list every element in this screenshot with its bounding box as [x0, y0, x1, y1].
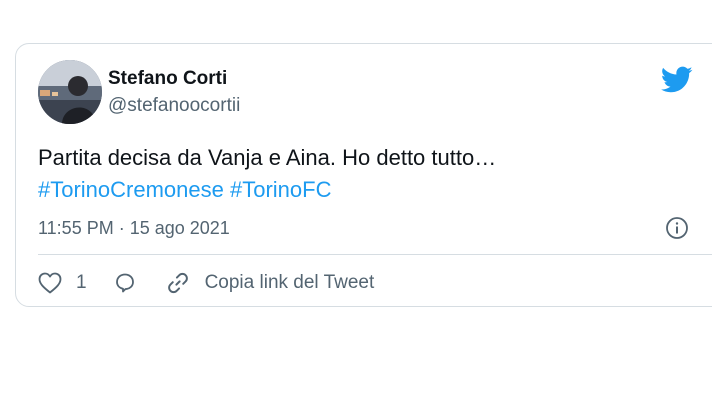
- tweet-card[interactable]: Stefano Corti @stefanoocortii Partita de…: [15, 43, 712, 307]
- hashtag-link[interactable]: #TorinoFC: [230, 177, 331, 202]
- info-icon[interactable]: [665, 216, 689, 240]
- hashtag-link[interactable]: #TorinoCremonese: [38, 177, 224, 202]
- reply-bubble-icon[interactable]: [113, 271, 137, 295]
- author-name[interactable]: Stefano Corti: [108, 68, 227, 90]
- tweet-timestamp[interactable]: 11:55 PM · 15 ago 2021: [38, 218, 230, 239]
- like-button[interactable]: 1: [38, 272, 87, 294]
- author-handle[interactable]: @stefanoocortii: [108, 95, 240, 117]
- copy-link-label: Copia link del Tweet: [204, 272, 375, 293]
- reply-button[interactable]: [113, 271, 137, 295]
- like-count: 1: [76, 272, 87, 293]
- twitter-bird-icon[interactable]: [661, 66, 693, 94]
- tweet-text: Partita decisa da Vanja e Aina. Ho detto…: [38, 142, 496, 206]
- tweet-hashtags: #TorinoCremonese #TorinoFC: [38, 174, 496, 206]
- divider: [38, 254, 712, 255]
- copy-link-button[interactable]: Copia link del Tweet: [165, 270, 375, 296]
- avatar[interactable]: [38, 60, 102, 124]
- tweet-body: Partita decisa da Vanja e Aina. Ho detto…: [38, 145, 497, 170]
- action-bar: 1 Copia link del Tweet: [38, 268, 400, 298]
- heart-icon[interactable]: [38, 272, 62, 294]
- link-icon[interactable]: [165, 270, 191, 296]
